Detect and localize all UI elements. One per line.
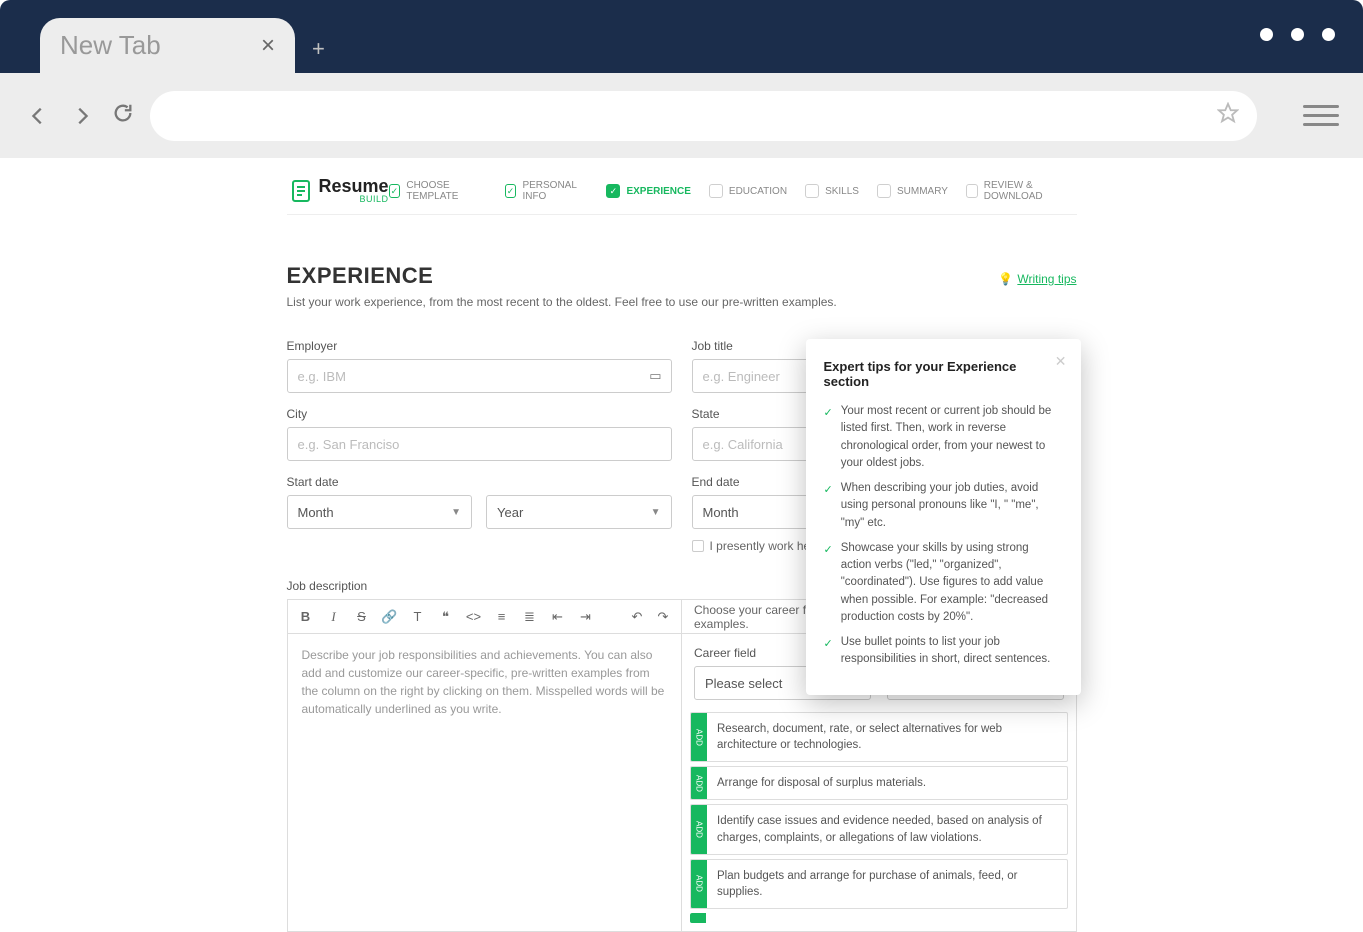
reload-button[interactable] — [112, 102, 134, 129]
browser-title-bar: New Tab × + — [0, 0, 1363, 73]
check-icon: ✓ — [824, 482, 833, 532]
job-description-editor[interactable]: Describe your job responsibilities and a… — [288, 634, 682, 844]
bold-button[interactable]: B — [298, 609, 314, 624]
start-date-label: Start date — [287, 475, 672, 489]
browser-toolbar — [0, 73, 1363, 158]
check-icon: ✓ — [824, 405, 833, 472]
outdent-button[interactable]: ⇤ — [550, 609, 566, 625]
tip-text: When describing your job duties, avoid u… — [841, 480, 1063, 532]
add-button[interactable]: ADD — [691, 860, 707, 908]
browser-tab[interactable]: New Tab × — [40, 18, 295, 73]
close-popover-button[interactable]: ✕ — [1055, 353, 1067, 370]
window-control-dot[interactable] — [1291, 28, 1304, 41]
close-tab-icon[interactable]: × — [261, 32, 275, 60]
address-bar[interactable] — [150, 91, 1257, 141]
progress-steps: ✓CHOOSE TEMPLATE ✓PERSONAL INFO ✓EXPERIE… — [389, 180, 1075, 202]
tips-popover: ✕ Expert tips for your Experience sectio… — [806, 339, 1081, 695]
city-label: City — [287, 407, 672, 421]
employer-input[interactable] — [287, 359, 672, 393]
suggestion-item[interactable]: ADDResearch, document, rate, or select a… — [690, 712, 1068, 762]
window-controls — [1260, 28, 1335, 41]
start-year-select[interactable]: Year▼ — [486, 495, 672, 529]
window-control-dot[interactable] — [1322, 28, 1335, 41]
step-experience[interactable]: ✓EXPERIENCE — [606, 184, 690, 198]
check-icon: ✓ — [507, 186, 515, 197]
indent-button[interactable]: ⇥ — [578, 609, 594, 625]
presently-label: I presently work here — [710, 539, 821, 553]
popover-title: Expert tips for your Experience section — [824, 359, 1063, 389]
suggestion-item[interactable]: ADDArrange for disposal of surplus mater… — [690, 766, 1068, 800]
suggestion-item[interactable]: ADDIdentify case issues and evidence nee… — [690, 804, 1068, 854]
step-skills[interactable]: SKILLS — [805, 184, 859, 198]
ordered-list-button[interactable]: ≣ — [522, 609, 538, 625]
chevron-down-icon: ▼ — [651, 507, 661, 518]
hamburger-menu-button[interactable] — [1303, 98, 1339, 134]
logo[interactable]: Resume BUILD — [289, 178, 389, 204]
add-button[interactable]: ADD — [691, 805, 707, 853]
logo-icon — [289, 179, 313, 203]
new-tab-button[interactable]: + — [312, 36, 325, 62]
chevron-down-icon: ▼ — [451, 507, 461, 518]
tip-text: Your most recent or current job should b… — [841, 403, 1063, 472]
tab-title: New Tab — [60, 30, 261, 61]
tip-text: Use bullet points to list your job respo… — [841, 634, 1063, 669]
code-button[interactable]: <> — [466, 609, 482, 624]
presently-checkbox[interactable] — [692, 540, 704, 552]
window-control-dot[interactable] — [1260, 28, 1273, 41]
section-title: EXPERIENCE — [287, 263, 1077, 289]
strikethrough-button[interactable]: S — [354, 609, 370, 624]
step-choose-template[interactable]: ✓CHOOSE TEMPLATE — [389, 180, 487, 202]
add-button[interactable] — [690, 913, 706, 923]
city-input[interactable] — [287, 427, 672, 461]
italic-button[interactable]: I — [326, 609, 342, 625]
step-summary[interactable]: SUMMARY — [877, 184, 948, 198]
logo-text: Resume — [319, 178, 389, 194]
check-icon: ✓ — [610, 186, 618, 197]
editor-toolbar: B I S 🔗 T ❝ <> ≡ ≣ ⇤ ⇥ ↶ ↷ — [288, 600, 682, 634]
textsize-button[interactable]: T — [410, 609, 426, 624]
check-icon: ✓ — [391, 186, 399, 197]
check-icon: ✓ — [824, 636, 833, 669]
suggestion-item[interactable] — [690, 913, 1068, 923]
writing-tips-link[interactable]: 💡 Writing tips — [998, 272, 1076, 286]
start-month-select[interactable]: Month▼ — [287, 495, 473, 529]
step-education[interactable]: EDUCATION — [709, 184, 787, 198]
undo-button[interactable]: ↶ — [629, 609, 645, 625]
add-button[interactable]: ADD — [691, 713, 707, 761]
step-review[interactable]: REVIEW & DOWNLOAD — [966, 180, 1075, 202]
forward-button[interactable] — [68, 102, 96, 130]
suggestion-item[interactable]: ADDPlan budgets and arrange for purchase… — [690, 859, 1068, 909]
redo-button[interactable]: ↷ — [655, 609, 671, 625]
tip-text: Showcase your skills by using strong act… — [841, 540, 1063, 626]
contact-card-icon[interactable]: ▭ — [649, 368, 661, 384]
employer-label: Employer — [287, 339, 672, 353]
check-icon: ✓ — [824, 542, 833, 626]
link-button[interactable]: 🔗 — [382, 609, 398, 625]
step-personal-info[interactable]: ✓PERSONAL INFO — [505, 180, 589, 202]
quote-button[interactable]: ❝ — [438, 609, 454, 625]
add-button[interactable]: ADD — [691, 767, 707, 799]
back-button[interactable] — [24, 102, 52, 130]
unordered-list-button[interactable]: ≡ — [494, 609, 510, 624]
bookmark-star-icon[interactable] — [1217, 102, 1239, 129]
section-subtitle: List your work experience, from the most… — [287, 295, 1077, 309]
lightbulb-icon: 💡 — [998, 272, 1013, 286]
